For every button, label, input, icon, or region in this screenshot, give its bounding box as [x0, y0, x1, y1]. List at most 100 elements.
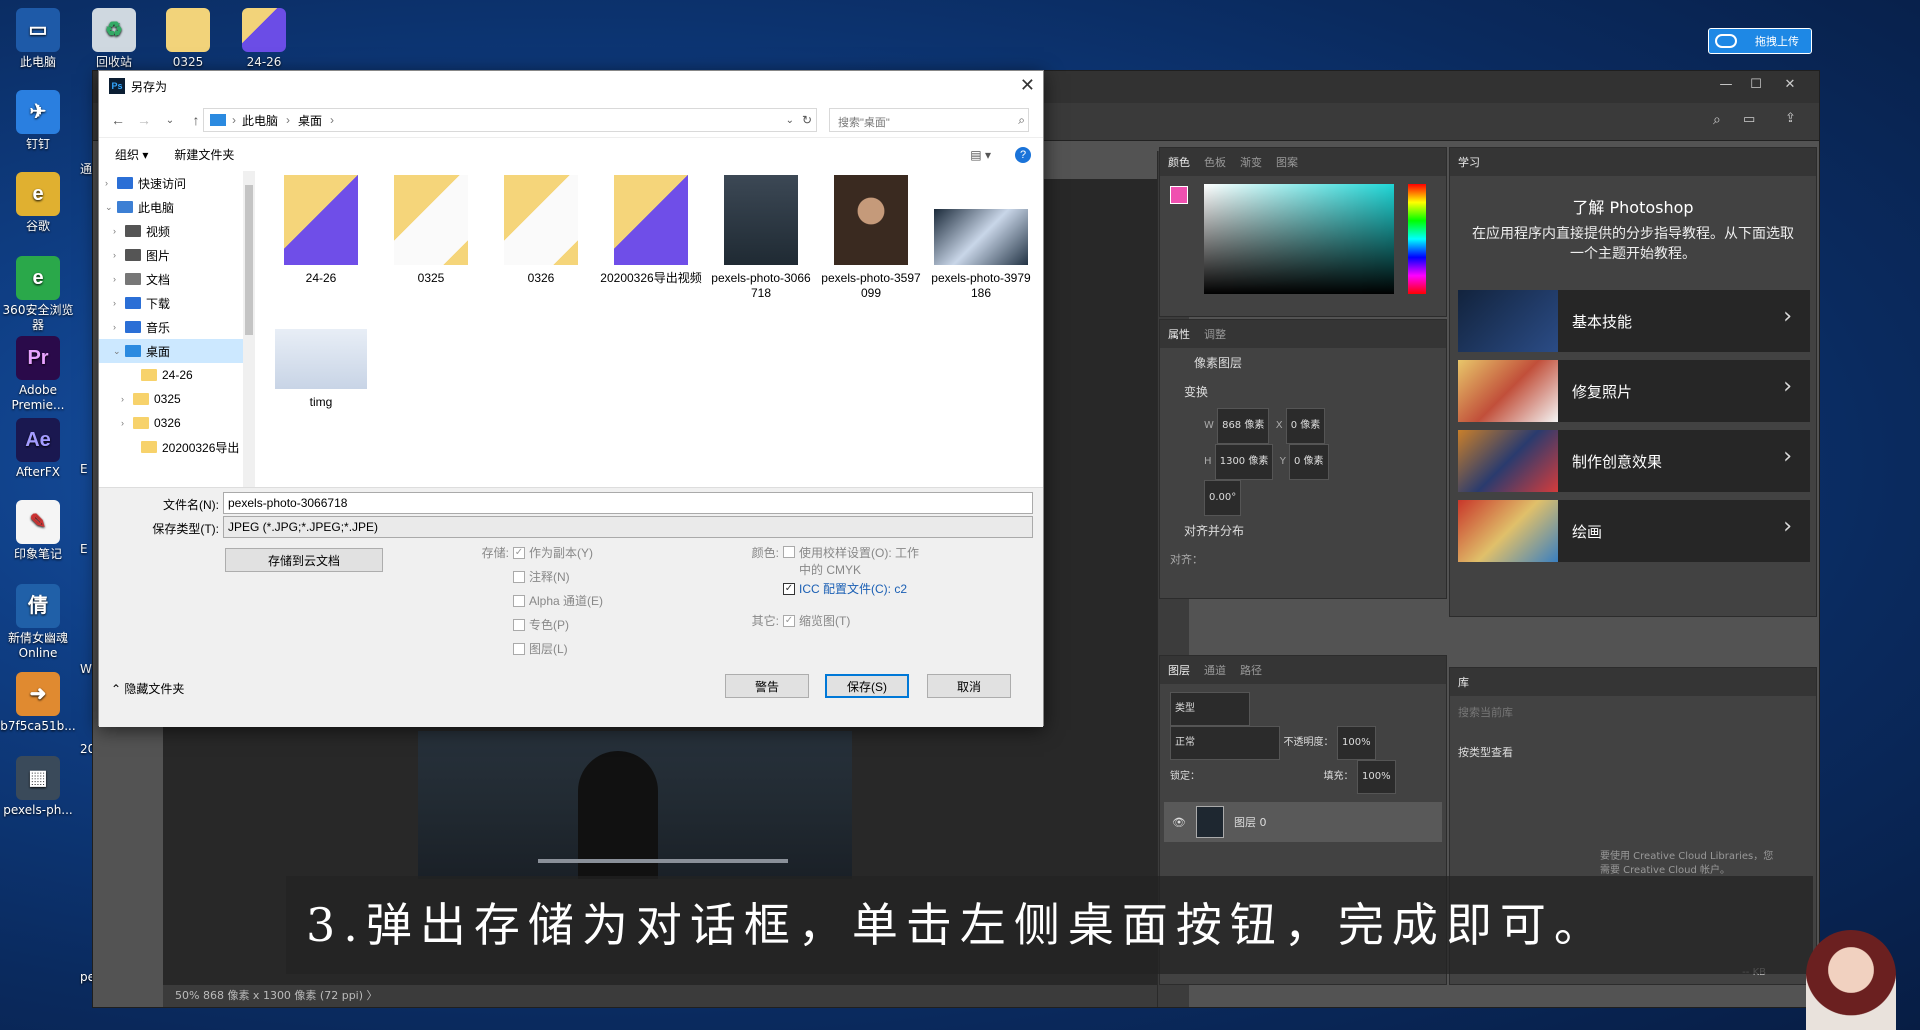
thumbnail-checkbox[interactable]: ✓ 缩览图(T) — [783, 612, 850, 629]
tree-item[interactable]: › 0325 — [99, 387, 254, 411]
tab-libraries[interactable]: 库 — [1458, 674, 1469, 690]
eye-icon[interactable]: 👁 — [1172, 816, 1186, 829]
workspace-icon[interactable]: ▭ — [1743, 112, 1755, 127]
close-icon[interactable]: ✕ — [1777, 77, 1803, 95]
tree-item[interactable]: › 0326 — [99, 411, 254, 435]
desktop-icon-folder-24-26[interactable]: 24-26 — [226, 8, 302, 70]
file-item[interactable]: pexels-photo-3979186 — [929, 175, 1033, 301]
file-item[interactable]: 0325 — [379, 175, 483, 286]
icc-profile-checkbox[interactable]: ✓ ICC 配置文件(C): c2 — [783, 580, 907, 597]
warning-button[interactable]: 警告 — [725, 674, 809, 698]
help-icon[interactable]: ? — [1015, 146, 1031, 163]
tab-learn[interactable]: 学习 — [1458, 154, 1480, 170]
tree-item[interactable]: › 下载 — [99, 291, 254, 315]
annotations-checkbox[interactable]: 注释(N) — [513, 568, 570, 585]
organize-button[interactable]: 组织 ▾ — [115, 146, 148, 163]
address-dropdown-icon[interactable]: ⌄ — [786, 115, 794, 126]
layer-row[interactable]: 👁 图层 0 — [1164, 802, 1442, 842]
foreground-color-swatch[interactable] — [1170, 186, 1188, 204]
tree-item[interactable]: 24-26 — [99, 363, 254, 387]
desktop-icon-360-browser[interactable]: e 360安全浏览器 — [0, 256, 76, 333]
file-item[interactable]: pexels-photo-3597099 — [819, 175, 923, 301]
chevron-right-icon[interactable]: › — [113, 322, 125, 332]
chevron-right-icon[interactable]: › — [113, 250, 125, 260]
back-icon[interactable]: ← — [105, 112, 131, 128]
tree-item[interactable]: ⌄ 桌面 — [99, 339, 254, 363]
fill-field[interactable]: 100% — [1357, 760, 1396, 794]
search-input[interactable]: 搜索"桌面" — [829, 108, 1029, 132]
proof-setup-checkbox[interactable]: 使用校样设置(O): 工作中的 CMYK — [783, 544, 923, 578]
tree-item[interactable]: › 视频 — [99, 219, 254, 243]
file-item[interactable]: 20200326导出视频 — [599, 175, 703, 286]
transform-section[interactable]: 变换 — [1160, 377, 1446, 406]
desktop-icon-game[interactable]: 倩新倩女幽魂 Online — [0, 584, 76, 661]
cancel-button[interactable]: 取消 — [927, 674, 1011, 698]
library-search[interactable]: 搜索当前库 — [1458, 704, 1808, 720]
desktop-icon-this-pc[interactable]: ▭ 此电脑 — [0, 8, 76, 70]
save-to-cloud-button[interactable]: 存储到云文档 — [225, 548, 383, 572]
tab-patterns[interactable]: 图案 — [1276, 154, 1298, 170]
file-item[interactable]: 24-26 — [269, 175, 373, 286]
tab-channels[interactable]: 通道 — [1204, 662, 1226, 678]
opacity-field[interactable]: 100% — [1337, 726, 1376, 760]
align-section[interactable]: 对齐并分布 — [1160, 516, 1446, 545]
address-bar[interactable]: › 此电脑 › 桌面 › ⌄ ↻ — [203, 108, 817, 132]
layers-checkbox[interactable]: 图层(L) — [513, 640, 568, 657]
view-options-icon[interactable]: ▤ ▾ — [970, 148, 991, 162]
breadcrumb-desktop[interactable]: 桌面 — [298, 112, 322, 129]
learn-card-creative[interactable]: 制作创意效果 › — [1458, 430, 1810, 492]
upload-badge[interactable]: 拖拽上传 — [1708, 28, 1812, 54]
desktop-icon-premiere[interactable]: Pr Adobe Premie... — [0, 336, 76, 413]
chevron-down-icon[interactable]: ⌄ — [105, 202, 117, 213]
hue-slider[interactable] — [1408, 184, 1426, 294]
forward-icon[interactable]: → — [131, 112, 157, 128]
as-copy-checkbox[interactable]: ✓ 作为副本(Y) — [513, 544, 593, 561]
spot-colors-checkbox[interactable]: 专色(P) — [513, 616, 569, 633]
tree-item[interactable]: 20200326导出 — [99, 435, 254, 459]
width-field[interactable]: 868 像素 — [1217, 408, 1270, 444]
maximize-icon[interactable]: ☐ — [1743, 77, 1769, 95]
chevron-down-icon[interactable]: ⌄ — [113, 346, 125, 357]
filetype-select[interactable]: JPEG (*.JPG;*.JPEG;*.JPE) — [223, 516, 1033, 538]
search-icon[interactable]: ⌕ — [1713, 112, 1721, 128]
view-by-type[interactable]: 按类型查看 — [1458, 744, 1808, 760]
desktop-icon-dingtalk[interactable]: ✈ 钉钉 — [0, 90, 76, 152]
tree-item[interactable]: ⌄ 此电脑 — [99, 195, 254, 219]
tree-item[interactable]: › 音乐 — [99, 315, 254, 339]
file-item[interactable]: pexels-photo-3066718 — [709, 175, 813, 301]
chevron-right-icon[interactable]: › — [113, 298, 125, 308]
tree-item[interactable]: › 快速访问 — [99, 171, 254, 195]
height-field[interactable]: 1300 像素 — [1214, 444, 1274, 480]
chevron-down-icon[interactable]: ⌄ — [157, 115, 183, 126]
color-field[interactable] — [1204, 184, 1394, 294]
tree-item[interactable]: › 文档 — [99, 267, 254, 291]
tab-properties[interactable]: 属性 — [1168, 326, 1190, 342]
tab-layers[interactable]: 图层 — [1168, 662, 1190, 678]
alpha-channels-checkbox[interactable]: Alpha 通道(E) — [513, 592, 603, 609]
desktop-icon-folder-0325[interactable]: 0325 — [150, 8, 226, 70]
learn-card-paint[interactable]: 绘画 › — [1458, 500, 1810, 562]
chevron-right-icon[interactable]: › — [121, 394, 133, 404]
share-icon[interactable]: ⇪ — [1785, 111, 1796, 126]
file-item[interactable]: timg — [269, 313, 373, 410]
breadcrumb-this-pc[interactable]: 此电脑 — [242, 112, 278, 129]
tab-paths[interactable]: 路径 — [1240, 662, 1262, 678]
angle-field[interactable]: 0.00° — [1204, 480, 1242, 516]
chevron-right-icon[interactable]: › — [113, 226, 125, 236]
new-folder-button[interactable]: 新建文件夹 — [174, 146, 234, 163]
tab-gradient[interactable]: 渐变 — [1240, 154, 1262, 170]
desktop-icon-evernote[interactable]: ✎ 印象笔记 — [0, 500, 76, 562]
layer-kind-filter[interactable]: 类型 — [1170, 692, 1250, 726]
tab-swatches[interactable]: 色板 — [1204, 154, 1226, 170]
tree-item[interactable]: › 图片 — [99, 243, 254, 267]
tab-color[interactable]: 颜色 — [1168, 154, 1190, 170]
chevron-right-icon[interactable]: › — [113, 274, 125, 284]
hide-folders-toggle[interactable]: ⌃ 隐藏文件夹 — [111, 680, 184, 697]
desktop-icon-aftereffects[interactable]: Ae AfterFX — [0, 418, 76, 480]
x-field[interactable]: 0 像素 — [1285, 408, 1326, 444]
refresh-icon[interactable]: ↻ — [802, 113, 812, 127]
file-item[interactable]: 0326 — [489, 175, 593, 286]
chevron-right-icon[interactable]: › — [121, 418, 133, 428]
tree-scrollbar[interactable] — [243, 171, 255, 487]
learn-card-repair[interactable]: 修复照片 › — [1458, 360, 1810, 422]
